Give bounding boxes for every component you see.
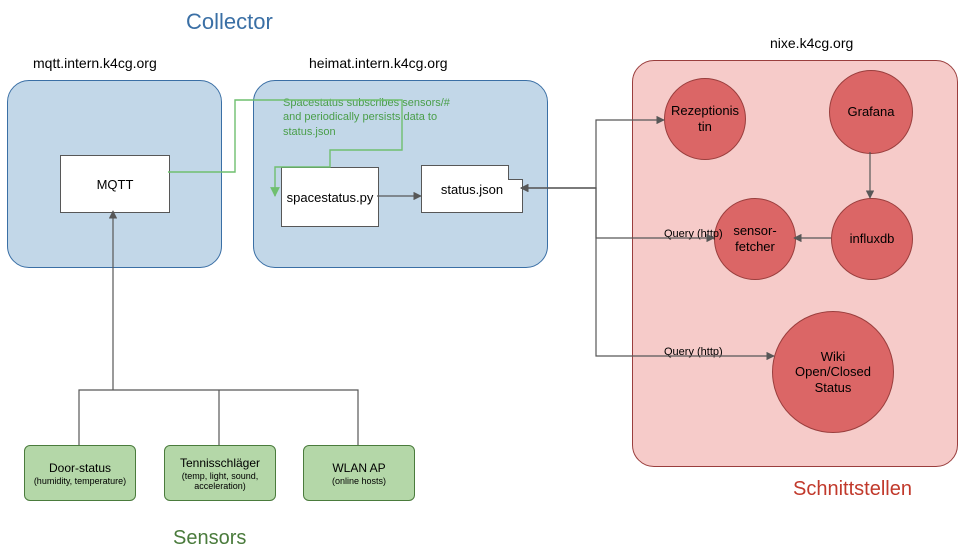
node-rezeptionistin-label: Rezeptionistin xyxy=(670,103,740,134)
node-grafana: Grafana xyxy=(829,70,913,154)
host-label-heimat: heimat.intern.k4cg.org xyxy=(309,55,448,71)
section-title-collector: Collector xyxy=(186,9,273,35)
host-label-mqtt: mqtt.intern.k4cg.org xyxy=(33,55,157,71)
sensor-wlan: WLAN AP (online hosts) xyxy=(303,445,415,501)
node-grafana-label: Grafana xyxy=(848,104,895,120)
node-spacestatus: spacestatus.py xyxy=(281,167,379,227)
section-title-sensors: Sensors xyxy=(173,527,246,550)
node-rezeptionistin: Rezeptionistin xyxy=(664,78,746,160)
sensor-tennis-sub: (temp, light, sound, acceleration) xyxy=(165,471,275,491)
node-spacestatus-label: spacestatus.py xyxy=(287,190,374,205)
sensor-tennis: Tennisschläger (temp, light, sound, acce… xyxy=(164,445,276,501)
node-influxdb: influxdb xyxy=(831,198,913,280)
host-label-nixe: nixe.k4cg.org xyxy=(770,35,853,51)
node-mqtt-label: MQTT xyxy=(97,177,134,192)
node-sensorfetcher-label: sensor-fetcher xyxy=(720,223,790,254)
edge-label-query1: Query (http) xyxy=(664,228,723,240)
node-influxdb-label: influxdb xyxy=(850,231,895,247)
node-statusjson: status.json xyxy=(421,165,523,213)
node-sensorfetcher: sensor-fetcher xyxy=(714,198,796,280)
sensor-door: Door-status (humidity, temperature) xyxy=(24,445,136,501)
edge-label-query2: Query (http) xyxy=(664,346,723,358)
sensor-wlan-label: WLAN AP xyxy=(332,461,385,475)
section-title-schnittstellen: Schnittstellen xyxy=(793,478,912,501)
node-wiki-label: Wiki Open/Closed Status xyxy=(783,349,883,396)
node-wiki: Wiki Open/Closed Status xyxy=(772,311,894,433)
sensor-door-sub: (humidity, temperature) xyxy=(34,476,126,486)
node-mqtt: MQTT xyxy=(60,155,170,213)
sensor-tennis-label: Tennisschläger xyxy=(180,456,260,470)
node-statusjson-label: status.json xyxy=(441,182,503,197)
sensor-door-label: Door-status xyxy=(49,461,111,475)
sensor-wlan-sub: (online hosts) xyxy=(332,476,386,486)
annotation-spacestatus: Spacestatus subscribes sensors/# and per… xyxy=(283,96,453,139)
